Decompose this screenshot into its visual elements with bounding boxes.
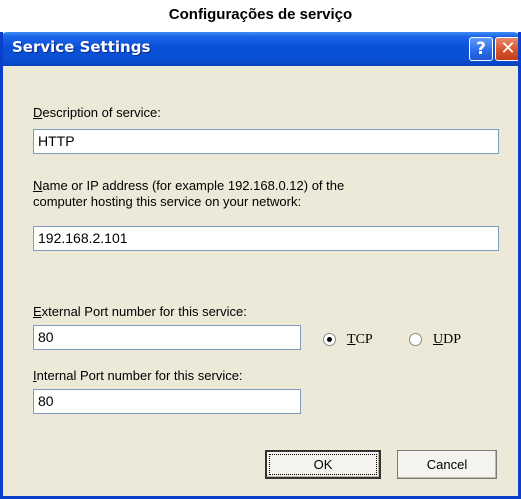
question-mark-icon: ?: [476, 39, 486, 59]
tcp-label: TCP: [347, 332, 373, 347]
internal-port-field[interactable]: 80: [33, 389, 301, 414]
cancel-button[interactable]: Cancel: [397, 450, 497, 479]
host-address-field[interactable]: 192.168.2.101: [33, 226, 499, 251]
host-label-line1: Name or IP address (for example 192.168.…: [33, 178, 345, 193]
service-settings-dialog: Service Settings ? ✕ Description of serv…: [0, 32, 521, 499]
image-caption: Configurações de serviço: [168, 6, 353, 23]
external-port-label: External Port number for this service:: [33, 304, 247, 319]
close-icon: ✕: [500, 38, 516, 59]
host-label-line2: computer hosting this service on your ne…: [33, 194, 302, 209]
help-button[interactable]: ?: [469, 37, 493, 61]
tcp-radio[interactable]: [323, 333, 336, 346]
udp-radio[interactable]: [409, 333, 422, 346]
description-label: Description of service:: [33, 105, 161, 120]
udp-label: UDP: [433, 332, 462, 347]
close-button[interactable]: ✕: [495, 37, 518, 61]
external-port-field[interactable]: 80: [33, 325, 301, 350]
dialog-title: Service Settings: [12, 38, 151, 56]
ok-button[interactable]: OK: [265, 450, 381, 479]
description-field[interactable]: HTTP: [33, 129, 499, 154]
title-bar[interactable]: Service Settings ? ✕: [3, 32, 518, 66]
internal-port-label: Internal Port number for this service:: [33, 368, 243, 383]
